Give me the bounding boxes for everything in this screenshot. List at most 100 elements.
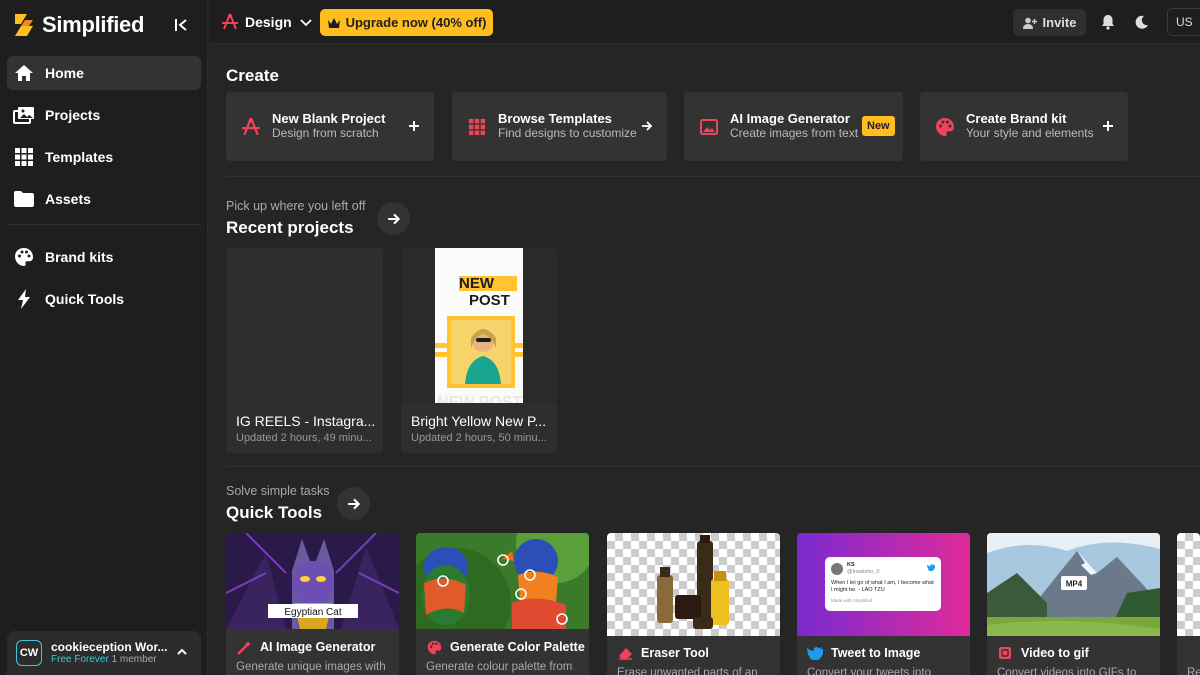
arrow-right-icon	[387, 213, 400, 224]
sidebar-item-label: Quick Tools	[45, 291, 125, 307]
quick-tools-arrow-button[interactable]	[337, 487, 370, 520]
eraser-icon	[617, 645, 633, 661]
theme-toggle-button[interactable]	[1132, 12, 1152, 32]
image-icon	[698, 116, 720, 138]
upgrade-button[interactable]: Upgrade now (40% off)	[320, 9, 493, 36]
tool-title: Eraser Tool	[617, 645, 709, 661]
card-title: New Blank Project	[272, 111, 386, 127]
create-brand-kit-card[interactable]: Create Brand kit Your style and elements	[920, 92, 1128, 161]
crown-icon	[327, 17, 340, 28]
thumb-new-text: NEW	[459, 275, 495, 292]
tool-card-video-to-gif[interactable]: MP4 Video to gif Convert videos into GIF…	[987, 533, 1160, 675]
thumb-post-text: POST	[469, 292, 510, 309]
tool-card-partial[interactable]: Re	[1177, 533, 1200, 675]
recent-projects-arrow-button[interactable]	[377, 202, 410, 235]
tool-title-text: AI Image Generator	[260, 640, 376, 654]
browse-templates-card[interactable]: Browse Templates Find designs to customi…	[452, 92, 667, 161]
tool-image-caption: Egyptian Cat	[284, 607, 341, 618]
tool-title: Tweet to Image	[807, 645, 920, 661]
palette-icon	[13, 246, 35, 268]
card-title: Create Brand kit	[966, 111, 1067, 127]
brand-logo[interactable]: Simplified	[12, 10, 144, 40]
sidebar-item-projects[interactable]: Projects	[7, 98, 201, 132]
workspace-switcher[interactable]: CW cookieception Wor... Free Forever 1 m…	[7, 631, 201, 675]
project-title: Bright Yellow New P...	[411, 413, 547, 429]
tool-card-eraser-tool[interactable]: Eraser Tool Erase unwanted parts of an	[607, 533, 780, 675]
new-badge: New	[862, 116, 895, 136]
project-title: IG REELS - Instagra...	[236, 413, 376, 429]
project-card[interactable]: NEW POST NEW POST Bright Yellow New P...…	[401, 248, 557, 453]
magic-wand-icon	[236, 639, 252, 655]
brand-name: Simplified	[42, 12, 145, 37]
tool-description: Convert your tweets into	[807, 667, 932, 675]
tool-image: Egyptian Cat	[226, 533, 399, 629]
grid-icon	[13, 146, 35, 168]
sidebar: Simplified Home Projects Templates Asset…	[0, 0, 208, 675]
notifications-button[interactable]	[1098, 12, 1118, 32]
palette-icon	[426, 639, 442, 655]
card-subtitle: Find designs to customize	[498, 126, 637, 141]
divider	[226, 466, 1200, 467]
tool-image	[1177, 533, 1200, 636]
twitter-bird-icon	[807, 645, 823, 661]
folder-icon	[13, 188, 35, 210]
design-pen-icon	[222, 13, 238, 30]
chevron-down-icon	[300, 19, 312, 27]
tools-subtitle: Solve simple tasks	[226, 484, 330, 498]
tweet-avatar	[831, 563, 843, 576]
workspace-info: cookieception Wor... Free Forever 1 memb…	[51, 640, 167, 665]
mode-label: Design	[245, 14, 292, 30]
tweet-name: KS	[847, 562, 855, 568]
tool-description: Generate colour palette from	[426, 661, 573, 673]
workspace-plan: Free Forever	[51, 654, 109, 666]
twitter-bird-icon	[927, 564, 936, 574]
project-card[interactable]: IG REELS - Instagra... Updated 2 hours, …	[226, 248, 383, 453]
workspace-meta: Free Forever 1 member	[51, 654, 167, 665]
tool-image	[416, 533, 589, 629]
upgrade-label: Upgrade now (40% off)	[345, 15, 487, 30]
tool-card-tweet-to-image[interactable]: KS @kswilsho_0 When I let go of what I a…	[797, 533, 970, 675]
sidebar-item-assets[interactable]: Assets	[7, 182, 201, 216]
bell-icon	[1102, 15, 1114, 30]
project-updated: Updated 2 hours, 50 minu...	[411, 432, 547, 444]
tool-description: Convert videos into GIFs to	[997, 667, 1137, 675]
tool-title: AI Image Generator	[236, 639, 375, 655]
top-header: Design Upgrade now (40% off) Invite US	[209, 0, 1200, 44]
workspace-avatar: CW	[16, 640, 42, 666]
arrow-right-icon	[347, 498, 360, 509]
workspace-members: 1 member	[111, 654, 157, 666]
sidebar-item-home[interactable]: Home	[7, 56, 201, 90]
moon-icon	[1135, 15, 1148, 29]
sidebar-nav: Home Projects Templates Assets Brand kit…	[7, 56, 201, 324]
thumb-watermark-text: NEW POST	[437, 394, 523, 403]
sidebar-item-label: Projects	[45, 107, 101, 123]
divider	[7, 224, 201, 225]
tool-card-ai-image-generator[interactable]: Egyptian Cat AI Image Generator Generate…	[226, 533, 399, 675]
recent-subtitle: Pick up where you left off	[226, 199, 366, 213]
sidebar-item-quick-tools[interactable]: Quick Tools	[7, 282, 201, 316]
sidebar-item-templates[interactable]: Templates	[7, 140, 201, 174]
invite-button[interactable]: Invite	[1013, 9, 1086, 36]
collapse-sidebar-button[interactable]	[170, 14, 192, 36]
create-section-title: Create	[226, 66, 279, 85]
sidebar-item-brand-kits[interactable]: Brand kits	[7, 240, 201, 274]
language-selector[interactable]: US	[1167, 8, 1200, 36]
tool-image	[607, 533, 780, 636]
tool-title-text: Eraser Tool	[641, 646, 709, 660]
projects-icon	[13, 104, 35, 126]
sidebar-item-label: Brand kits	[45, 249, 114, 265]
ai-image-generator-card[interactable]: AI Image Generator Create images from te…	[684, 92, 903, 161]
tool-image: KS @kswilsho_0 When I let go of what I a…	[797, 533, 970, 636]
card-subtitle: Create images from text	[730, 126, 859, 141]
card-title: Browse Templates	[498, 111, 612, 127]
recent-section-title: Recent projects	[226, 218, 354, 237]
design-pen-icon	[240, 116, 262, 138]
tool-card-generate-color-palette[interactable]: Generate Color Palette Generate colour p…	[416, 533, 589, 675]
mode-dropdown[interactable]: Design	[221, 9, 314, 35]
tool-title: Video to gif	[997, 645, 1089, 661]
card-text: Browse Templates Find designs to customi…	[498, 111, 637, 141]
card-subtitle: Your style and elements	[966, 126, 1094, 141]
new-blank-project-card[interactable]: New Blank Project Design from scratch	[226, 92, 434, 161]
sidebar-item-label: Home	[45, 65, 84, 81]
tool-title: Generate Color Palette	[426, 639, 585, 655]
